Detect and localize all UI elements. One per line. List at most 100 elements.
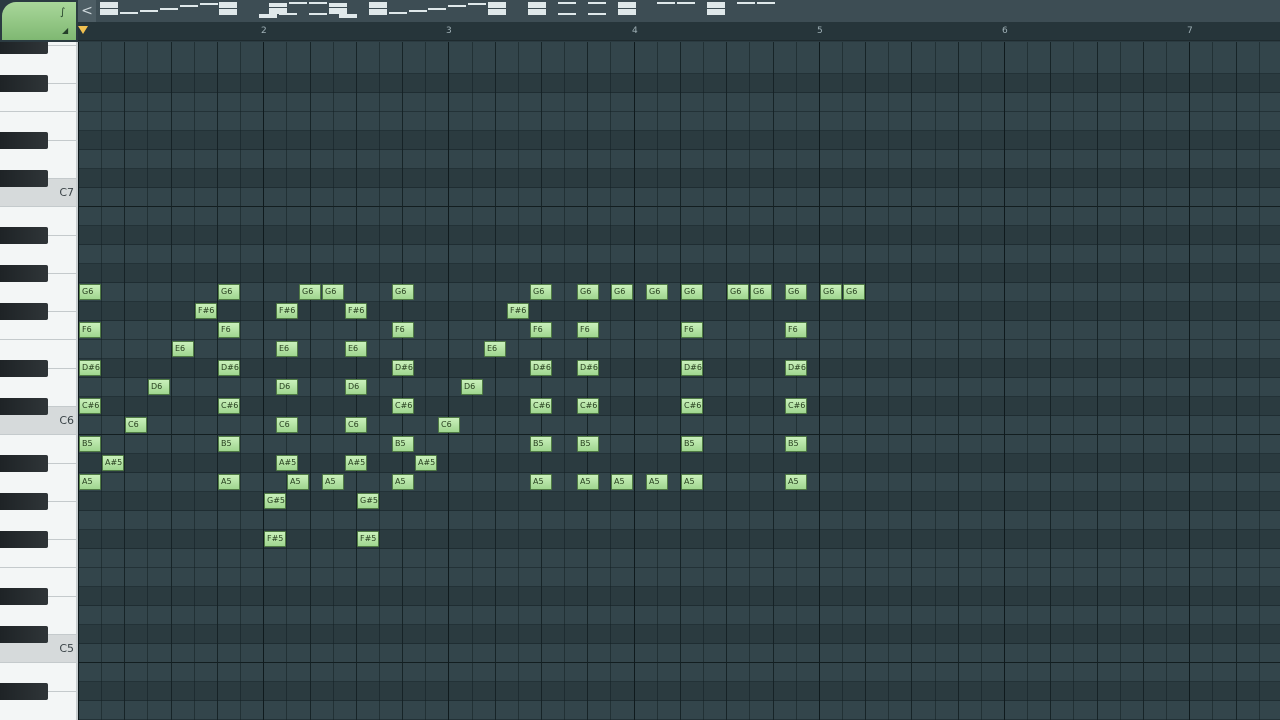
note[interactable]: C#6 [785,398,807,414]
black-key[interactable] [0,588,48,605]
note[interactable]: B5 [577,436,599,452]
black-key[interactable] [0,493,48,510]
note[interactable]: A#5 [276,455,298,471]
note[interactable]: D#6 [785,360,807,376]
note[interactable]: A5 [681,474,703,490]
note[interactable]: A5 [287,474,309,490]
note[interactable]: G6 [577,284,599,300]
note[interactable]: A5 [577,474,599,490]
grid-step-line [495,42,496,720]
note[interactable]: D#6 [681,360,703,376]
note[interactable]: C6 [125,417,147,433]
black-key[interactable] [0,360,48,377]
note[interactable]: G6 [750,284,772,300]
note[interactable]: C#6 [577,398,599,414]
note[interactable]: D6 [345,379,367,395]
note[interactable]: B5 [785,436,807,452]
note[interactable]: F6 [79,322,101,338]
note[interactable]: D#6 [577,360,599,376]
note[interactable]: C#6 [218,398,240,414]
note[interactable]: G6 [646,284,668,300]
note[interactable]: E6 [172,341,194,357]
note[interactable]: F6 [530,322,552,338]
black-key[interactable] [0,265,48,282]
note[interactable]: G6 [322,284,344,300]
note[interactable]: F#6 [345,303,367,319]
note[interactable]: A#5 [345,455,367,471]
note[interactable]: G#5 [264,493,286,509]
note[interactable]: G6 [727,284,749,300]
note[interactable]: F6 [681,322,703,338]
playhead-marker[interactable] [78,26,88,34]
note[interactable]: F6 [392,322,414,338]
note[interactable]: B5 [530,436,552,452]
note[interactable]: C6 [438,417,460,433]
note[interactable]: F#6 [276,303,298,319]
note[interactable]: B5 [218,436,240,452]
grid-row-line [78,605,1280,606]
note[interactable]: E6 [484,341,506,357]
note[interactable]: A#5 [415,455,437,471]
note[interactable]: G#5 [357,493,379,509]
note[interactable]: A5 [646,474,668,490]
note[interactable]: A5 [79,474,101,490]
note-grid[interactable]: G6 F6 D#6 C#6 B5 A5 A#5 C6 D6 E6 F#6 G6 F6 D#6 C#6 B5 A5… [78,42,1280,720]
tool-tab[interactable]: ∫ ◢ [2,2,76,40]
note[interactable]: D#6 [392,360,414,376]
piano-keyboard[interactable]: C5 C6 C7 [0,37,78,720]
note[interactable]: G6 [79,284,101,300]
black-key[interactable] [0,132,48,149]
note[interactable]: G6 [611,284,633,300]
note[interactable]: A5 [322,474,344,490]
note[interactable]: A5 [611,474,633,490]
black-key[interactable] [0,227,48,244]
note[interactable]: A5 [392,474,414,490]
note[interactable]: F#5 [357,531,379,547]
note[interactable]: A5 [785,474,807,490]
note[interactable]: G6 [820,284,842,300]
black-key[interactable] [0,626,48,643]
note[interactable]: G6 [218,284,240,300]
note[interactable]: D#6 [218,360,240,376]
note[interactable]: G6 [530,284,552,300]
note[interactable]: C#6 [681,398,703,414]
note[interactable]: C6 [345,417,367,433]
black-key[interactable] [0,455,48,472]
note[interactable]: F#6 [195,303,217,319]
note[interactable]: B5 [392,436,414,452]
note[interactable]: G6 [785,284,807,300]
note[interactable]: F6 [577,322,599,338]
black-key[interactable] [0,531,48,548]
black-key[interactable] [0,683,48,700]
note[interactable]: B5 [79,436,101,452]
note[interactable]: F#5 [264,531,286,547]
note[interactable]: G6 [843,284,865,300]
note[interactable]: A5 [218,474,240,490]
note[interactable]: B5 [681,436,703,452]
note[interactable]: D6 [276,379,298,395]
note[interactable]: C6 [276,417,298,433]
black-key[interactable] [0,398,48,415]
note[interactable]: A#5 [102,455,124,471]
note[interactable]: F#6 [507,303,529,319]
note[interactable]: D6 [461,379,483,395]
note[interactable]: G6 [681,284,703,300]
timeline-ruler[interactable]: 2 3 4 5 6 7 [78,22,1280,41]
note[interactable]: D#6 [79,360,101,376]
note[interactable]: D#6 [530,360,552,376]
note[interactable]: E6 [276,341,298,357]
note[interactable]: E6 [345,341,367,357]
black-key[interactable] [0,303,48,320]
note[interactable]: G6 [299,284,321,300]
note[interactable]: F6 [218,322,240,338]
overview-strip[interactable]: < [78,0,1280,23]
note[interactable]: C#6 [530,398,552,414]
note[interactable]: A5 [530,474,552,490]
black-key[interactable] [0,170,48,187]
black-key[interactable] [0,75,48,92]
note[interactable]: C#6 [79,398,101,414]
note[interactable]: G6 [392,284,414,300]
note[interactable]: F6 [785,322,807,338]
note[interactable]: C#6 [392,398,414,414]
note[interactable]: D6 [148,379,170,395]
